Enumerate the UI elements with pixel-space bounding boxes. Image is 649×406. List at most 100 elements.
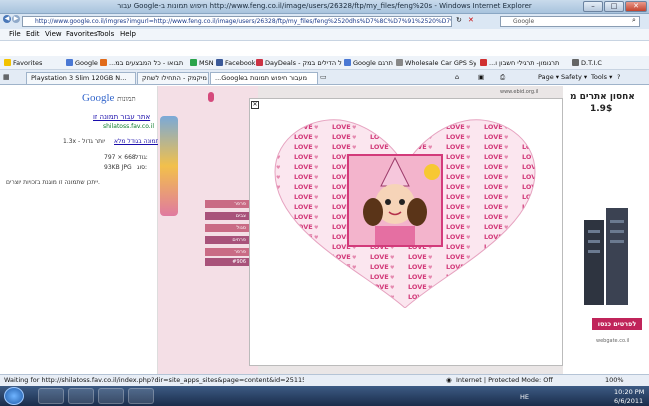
site-menu-item[interactable]: #906 [205,258,249,266]
start-button[interactable] [4,387,24,405]
menu-favorites[interactable]: Favorites [66,30,98,38]
favorite-item[interactable]: D.T.I.C [572,58,602,68]
favorite-label: Facebook [225,59,256,67]
clock-date: 6/6/2011 [614,397,644,405]
logo-text: Google [82,92,115,104]
menu-help[interactable]: Help [120,30,136,38]
menu-tools[interactable]: Tools [97,30,114,38]
page-icon [480,59,487,66]
security-zone[interactable]: Internet | Protected Mode: Off [456,376,553,384]
home-icon[interactable]: ⌂ [455,72,459,83]
star-icon [4,59,11,66]
side-icons [160,116,178,216]
tab-list-icon[interactable]: ▦ [3,73,10,81]
msn-icon [190,59,197,66]
favorite-item[interactable]: ...תרגומון- תרגילי חשבון ו [480,58,568,68]
tab-mikmak[interactable]: מיקמק - התחילו לשחק [137,72,209,84]
title-bar: עבור Google-חיפוש תמונות ב http://www.fe… [0,0,649,14]
logo-suffix: תמונות [117,95,136,103]
print-icon[interactable]: ⎙ [500,72,505,83]
ad-domain: webgate.co.il [596,338,630,344]
tab-playstation[interactable]: Playstation 3 Slim 120GB N... [26,72,136,84]
ad-headline: אחסון אתרים מ [570,92,635,102]
favorite-label: Wholesale Car GPS Syste... [405,59,476,67]
page-icon [100,59,107,66]
status-text: Waiting for http://shilatoss.fav.co.il/i… [4,376,304,384]
window-title: עבור Google-חיפוש תמונות ב http://www.fe… [117,2,532,10]
close-window-button[interactable]: ✕ [625,1,647,12]
facebook-icon [216,59,223,66]
size-value: 797 × 668 [104,154,136,161]
favorite-label: Google תרגם [353,59,393,67]
help-icon[interactable]: ? [617,72,620,83]
server-icon [580,200,640,310]
favorite-label: ...תרגומון- תרגילי חשבון ו [489,59,560,67]
clock-time[interactable]: 10:20 PM [614,388,644,396]
site-menu-item[interactable]: פרפר [205,248,249,256]
favorite-item[interactable]: Facebook [216,58,256,68]
copyright-note: ייתכן שתמונה זו מוגנת בזכויות יוצרים. [6,179,100,186]
favorites-button[interactable]: Favorites [4,58,42,68]
favorite-label: Google [75,59,98,67]
favorite-item[interactable]: ...תבואו - כל המבצעים במ [100,58,188,68]
file-label: סוג: [137,164,148,171]
modal-close-button[interactable]: ✕ [251,101,259,109]
menu-file[interactable]: File [9,30,21,38]
stop-icon[interactable]: ✕ [468,16,474,24]
search-icon[interactable]: ⌕ [632,16,636,25]
favorite-label: DayDeals - כל הדילים במק [265,59,342,67]
minimize-button[interactable]: – [583,1,603,12]
site-menu-item[interactable]: פרחים [205,236,249,244]
maximize-button[interactable]: □ [604,1,624,12]
favorite-label: MSN [199,59,214,67]
feeds-icon[interactable]: ▣ [478,72,484,83]
new-tab-icon[interactable]: ▭ [320,73,327,81]
taskbar-media-icon[interactable] [98,388,124,404]
favorite-label: D.T.I.C [581,59,602,67]
site-url: shilatoss.fav.co.il [103,123,155,130]
globe-icon: ◉ [446,376,452,384]
zoom-level[interactable]: 100% [605,376,624,384]
favorite-item[interactable]: MSN [190,58,214,68]
safety-menu[interactable]: Safety ▾ [561,72,587,83]
ad-price: 1.9$ [590,104,613,114]
search-input[interactable]: Google [500,16,640,27]
page-icon [256,59,263,66]
site-menu-item[interactable]: סגול [205,224,249,232]
google-icon [66,59,73,66]
full-size-note: 1.3x - יותר גדול [63,138,106,145]
site-menu-item[interactable]: פרפר [205,200,249,208]
favorite-item[interactable]: Wholesale Car GPS Syste... [396,58,476,68]
page-icon [396,59,403,66]
site-link[interactable]: אתר עבור תמונה זו [93,113,150,121]
translate-icon [344,59,351,66]
address-input[interactable]: http://www.google.co.il/imgres?imgurl=ht… [22,16,452,27]
page-icon [572,59,579,66]
forward-icon[interactable]: ▶ [12,15,20,23]
google-logo[interactable]: Google תמונות [82,92,136,104]
back-icon[interactable]: ◀ [3,15,11,23]
taskbar-ie-icon[interactable] [38,388,64,404]
taskbar-folder-icon[interactable] [68,388,94,404]
favorites-label: Favorites [13,59,43,67]
page-menu[interactable]: Page ▾ [538,72,559,83]
refresh-icon[interactable]: ↻ [456,16,462,24]
site-header-link[interactable]: www.ebid.org.il [500,89,538,95]
size-label: גודל: [135,154,148,161]
file-value: 93KB JPG [104,164,132,171]
tools-menu[interactable]: Tools ▾ [591,72,612,83]
menu-view[interactable]: View [45,30,62,38]
taskbar-skype-icon[interactable] [128,388,154,404]
flower-decoration [208,92,214,102]
full-size-link[interactable]: תמונה בגודל מלא [114,138,160,145]
favorite-label: ...תבואו - כל המבצעים במ [109,59,184,67]
menu-edit[interactable]: Edit [26,30,40,38]
favorite-item[interactable]: Google [66,58,98,68]
tab-google-images[interactable]: ...Googleמעבור חיפוש תמונות ב [210,72,318,84]
language-indicator[interactable]: HE [520,393,529,401]
girl-portrait [347,154,443,247]
favorite-item[interactable]: DayDeals - כל הדילים במק [256,58,342,68]
site-menu-item[interactable]: צבים [205,212,249,220]
ad-cta-button[interactable]: לפרטים כנסו [592,318,642,330]
favorite-item[interactable]: Google תרגם [344,58,393,68]
